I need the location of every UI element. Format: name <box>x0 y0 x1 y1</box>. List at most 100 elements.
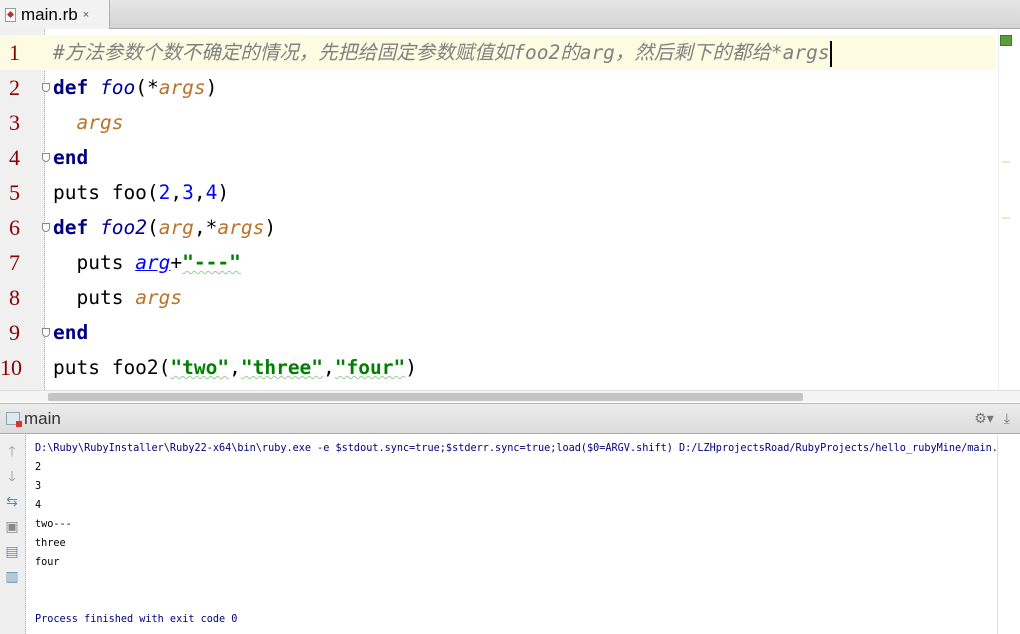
run-panel-header: main ⚙▾ ⤓ <box>0 403 1020 434</box>
code-text: def foo(*args) <box>53 70 217 105</box>
stripe-marker[interactable] <box>1002 217 1010 219</box>
stripe-marker[interactable] <box>1002 161 1010 163</box>
code-line[interactable]: 9 end <box>0 315 995 350</box>
close-tab-icon[interactable]: × <box>83 9 89 21</box>
token-str: "four" <box>334 356 406 379</box>
editor-tab-bar: main.rb × <box>0 0 1020 29</box>
console-line: 4 <box>35 500 42 511</box>
code-text: puts foo2("two","three","four") <box>53 350 417 385</box>
token-param: args <box>76 111 124 134</box>
console-scrollbar[interactable] <box>997 435 1020 634</box>
console-line: 2 <box>35 462 42 473</box>
token-plain: puts <box>53 286 136 309</box>
inspection-ok-icon[interactable] <box>1000 35 1012 46</box>
console-toolbar: 🡑 🡓 ⇆ ▣ ▤ ▥ <box>0 435 26 634</box>
console-line: Process finished with exit code 0 <box>35 614 238 625</box>
token-num: 3 <box>182 181 194 204</box>
token-kw: end <box>53 146 89 169</box>
run-panel-title: main <box>24 408 61 428</box>
token-plain: ,* <box>193 216 218 239</box>
code-text: end <box>53 315 88 350</box>
scroll-to-end-icon[interactable]: ▣ <box>4 518 20 534</box>
code-line[interactable]: 8 puts args <box>0 280 995 315</box>
soft-wrap-icon[interactable]: ⇆ <box>4 493 20 509</box>
token-str: "---" <box>182 251 241 274</box>
token-comment: #方法参数个数不确定的情况，先把给固定参数赋值如foo2的arg，然后剩下的都给… <box>53 41 830 64</box>
token-str: "two" <box>170 356 230 379</box>
token-plain: , <box>170 181 183 204</box>
fold-marker-icon[interactable] <box>42 223 50 232</box>
code-text: puts arg+"---" <box>53 245 241 280</box>
scrollbar-thumb[interactable] <box>48 393 803 401</box>
line-number: 6 <box>0 210 20 245</box>
code-text: end <box>53 140 88 175</box>
token-plain: , <box>229 356 241 379</box>
trash-icon[interactable]: ▥ <box>4 568 20 584</box>
code-line[interactable]: 1 #方法参数个数不确定的情况，先把给固定参数赋值如foo2的arg，然后剩下的都… <box>0 35 995 70</box>
text-caret <box>829 40 832 67</box>
tab-label: main.rb <box>21 4 78 24</box>
token-num: 2 <box>158 181 171 204</box>
fold-marker-icon[interactable] <box>42 328 50 337</box>
token-param: args <box>135 286 183 309</box>
token-plain: ) <box>405 356 417 379</box>
line-number: 5 <box>0 175 20 210</box>
console-line: four <box>35 557 60 568</box>
code-line[interactable]: 6 def foo2(arg,*args) <box>0 210 995 245</box>
token-plain: (* <box>135 76 159 99</box>
horizontal-scrollbar[interactable] <box>0 390 1020 402</box>
code-line[interactable]: 5 puts foo(2,3,4) <box>0 175 995 210</box>
tab-main-rb[interactable]: main.rb × <box>0 0 110 29</box>
token-kw: end <box>53 321 89 344</box>
token-plain: , <box>193 181 206 204</box>
line-number: 9 <box>0 315 20 350</box>
code-line[interactable]: 7 puts arg+"---" <box>0 245 995 280</box>
token-plain: + <box>170 251 183 274</box>
code-text: #方法参数个数不确定的情况，先把给固定参数赋值如foo2的arg，然后剩下的都给… <box>53 35 832 70</box>
code-line[interactable]: 4 end <box>0 140 995 175</box>
token-plain: ) <box>217 181 230 204</box>
run-config-icon <box>6 412 22 427</box>
token-plain: puts foo2( <box>53 356 171 379</box>
line-number: 3 <box>0 105 20 140</box>
settings-icon[interactable]: ⚙▾ <box>974 410 994 427</box>
fold-marker-icon[interactable] <box>42 153 50 162</box>
print-icon[interactable]: ▤ <box>4 543 20 559</box>
code-line[interactable]: 2 def foo(*args) <box>0 70 995 105</box>
token-plain: ) <box>205 76 218 99</box>
token-num: 4 <box>205 181 218 204</box>
code-line[interactable]: 3 args <box>0 105 995 140</box>
token-param: arg <box>158 216 194 239</box>
ruby-file-icon <box>5 7 16 22</box>
code-line[interactable]: 10 puts foo2("two","three","four") <box>0 350 995 385</box>
line-number: 4 <box>0 140 20 175</box>
line-number: 7 <box>0 245 20 280</box>
code-text: def foo2(arg,*args) <box>53 210 276 245</box>
token-plain: ( <box>146 216 159 239</box>
token-param: args <box>158 76 206 99</box>
fold-marker-icon[interactable] <box>42 83 50 92</box>
token-plain: ) <box>264 216 277 239</box>
console-line: two--- <box>35 519 72 530</box>
editor-error-stripe[interactable] <box>998 29 1020 390</box>
token-str: "three" <box>240 356 324 379</box>
console-line: three <box>35 538 66 549</box>
token-param: args <box>217 216 265 239</box>
line-number: 10 <box>0 350 22 385</box>
console-output[interactable]: D:\Ruby\RubyInstaller\Ruby22-x64\bin\rub… <box>27 435 1010 634</box>
code-text: puts args <box>53 280 182 315</box>
console-line: 3 <box>35 481 42 492</box>
console-line: D:\Ruby\RubyInstaller\Ruby22-x64\bin\rub… <box>35 443 1011 454</box>
token-fn: foo2 <box>99 216 147 239</box>
token-ref: arg <box>135 251 171 274</box>
up-arrow-icon[interactable]: 🡑 <box>4 443 20 459</box>
hide-icon[interactable]: ⤓ <box>1004 410 1010 427</box>
code-editor[interactable]: 1 #方法参数个数不确定的情况，先把给固定参数赋值如foo2的arg，然后剩下的都… <box>0 29 1020 390</box>
token-kw: def <box>53 216 89 239</box>
line-number: 1 <box>0 35 20 70</box>
token-plain: puts foo( <box>53 181 159 204</box>
token-plain: , <box>323 356 335 379</box>
down-arrow-icon[interactable]: 🡓 <box>4 468 20 484</box>
